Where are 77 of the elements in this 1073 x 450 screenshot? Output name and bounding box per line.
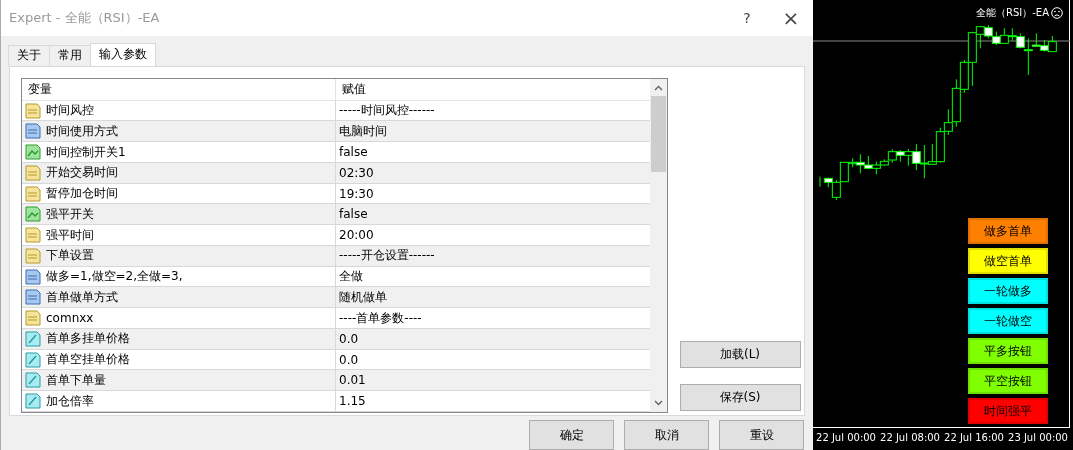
tab[interactable]: 输入参数 [90, 42, 156, 66]
document-icon [25, 164, 41, 181]
parameter-value[interactable]: false [339, 145, 368, 159]
parameter-value[interactable]: 电脑时间 [339, 122, 387, 140]
parameter-name: 暂停加仓时间 [46, 185, 118, 202]
chart-button[interactable]: 平多按钮 [968, 338, 1048, 364]
parameter-value[interactable]: -----时间风控------ [339, 102, 435, 119]
parameter-name: 时间使用方式 [46, 122, 118, 140]
parameter-value[interactable]: 随机做单 [339, 288, 387, 306]
candle [863, 155, 873, 170]
side-button[interactable]: 保存(S) [679, 384, 801, 411]
parameter-value[interactable]: 1.15 [339, 394, 366, 408]
parameter-name: 开始交易时间 [46, 164, 118, 182]
parameter-value[interactable]: 02:30 [339, 165, 374, 180]
parameter-name: 首单做单方式 [46, 288, 118, 306]
parameter-value[interactable]: false [339, 207, 368, 222]
dialog-button[interactable]: 重设 [719, 420, 804, 450]
sad-face-icon [1051, 7, 1063, 19]
document-icon [25, 102, 41, 119]
parameter-name: 下单设置 [46, 247, 94, 265]
parameter-name: 首单多挂单价格 [46, 330, 130, 348]
parameter-value[interactable]: ----首单参数---- [339, 309, 422, 327]
chart-button[interactable]: 做多首单 [968, 218, 1048, 244]
parameter-value[interactable]: 19:30 [339, 186, 374, 201]
document-icon [25, 393, 41, 409]
parameter-value[interactable]: 20:00 [339, 228, 374, 242]
parameter-name: 做多=1,做空=2,全做=3, [46, 268, 183, 285]
parameter-name: comnxx [46, 311, 94, 325]
parameter-name: 首单下单量 [46, 371, 106, 389]
candle [999, 27, 1009, 44]
chart-button[interactable]: 一轮做空 [968, 308, 1048, 334]
time-axis-label: 22 Jul 00:00 [815, 431, 877, 443]
time-axis-label: 22 Jul 16:00 [943, 431, 1005, 443]
document-icon [25, 206, 41, 223]
chart-button[interactable]: 做空首单 [968, 248, 1048, 274]
document-icon [25, 372, 41, 389]
document-icon [25, 144, 41, 160]
parameter-name: 强平时间 [46, 226, 94, 244]
window-title: Expert - 全能（RSI）-EA [9, 8, 161, 27]
parameter-name: 时间风控 [46, 102, 94, 119]
parameter-value[interactable]: 0.0 [339, 352, 359, 367]
document-icon [25, 268, 41, 285]
document-icon [25, 227, 41, 243]
parameter-value[interactable]: 0.01 [339, 373, 366, 388]
time-axis-label: 22 Jul 08:00 [879, 431, 941, 443]
document-icon [25, 123, 41, 140]
chart-button[interactable]: 时间强平 [968, 398, 1048, 424]
close-button[interactable]: × [771, 2, 811, 33]
column-header[interactable]: 赋值 [336, 78, 650, 100]
document-icon [25, 289, 41, 306]
document-icon [25, 247, 41, 264]
time-axis-label: 23 Jul 00:00 [1007, 431, 1069, 443]
candle [895, 149, 905, 163]
chart-button[interactable]: 一轮做多 [968, 278, 1048, 304]
parameter-value[interactable]: 全做 [339, 268, 363, 285]
dialog-button[interactable]: 取消 [624, 420, 709, 450]
document-icon [25, 330, 41, 347]
column-header[interactable]: 变量 [22, 78, 336, 100]
scrollbar-thumb[interactable] [651, 95, 666, 172]
parameter-value[interactable]: -----开仓设置------ [339, 247, 435, 265]
document-icon [25, 185, 41, 202]
document-icon [25, 351, 41, 368]
chart-button[interactable]: 平空按钮 [968, 368, 1048, 394]
scrollbar[interactable] [650, 78, 667, 412]
dialog-button[interactable]: 确定 [529, 420, 614, 450]
side-button[interactable]: 加载(L) [679, 341, 801, 368]
parameter-name: 时间控制开关1 [46, 143, 126, 161]
tab[interactable]: 关于 [8, 44, 50, 66]
parameter-value[interactable]: 0.0 [339, 331, 359, 346]
candle [1007, 27, 1017, 42]
document-icon [25, 310, 41, 326]
parameter-name: 加仓倍率 [46, 392, 94, 410]
help-button[interactable]: ? [727, 2, 767, 33]
candle [1047, 35, 1057, 53]
chart-title: 全能（RSI）-EA [976, 6, 1049, 20]
parameter-name: 首单空挂单价格 [46, 351, 130, 368]
parameter-name: 强平开关 [46, 205, 94, 223]
